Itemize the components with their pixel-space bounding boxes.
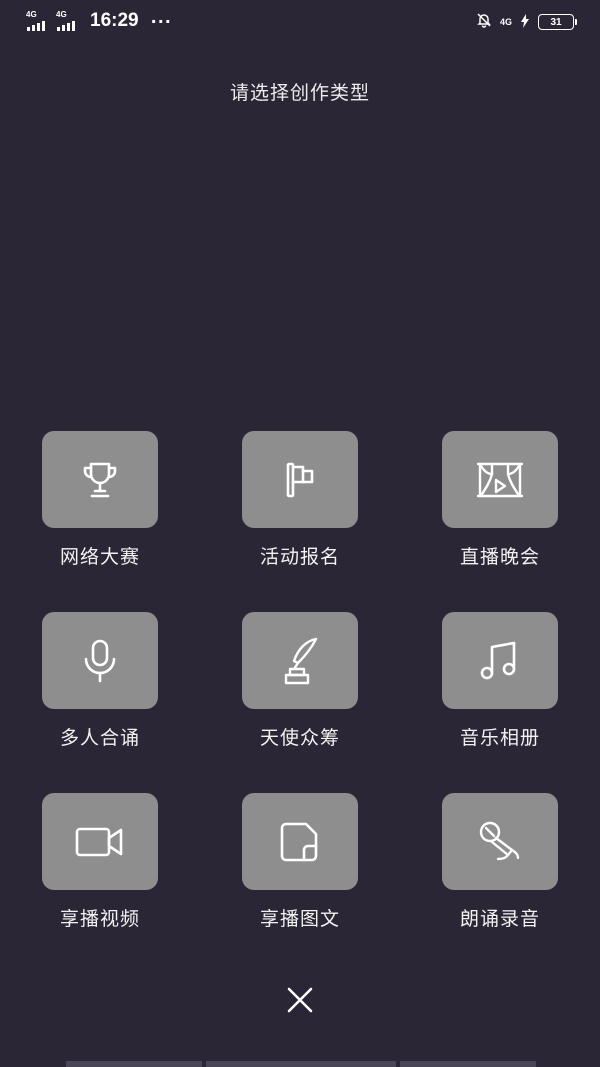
network-status-icon: 4G	[499, 17, 512, 27]
tile-label: 多人合诵	[59, 727, 140, 749]
tile-recitation-recording[interactable]: 朗诵录音	[420, 793, 580, 931]
tile-label: 音乐相册	[459, 727, 540, 749]
tile-angel-crowdfunding[interactable]: 天使众筹	[220, 612, 380, 750]
page-title: 请选择创作类型	[229, 82, 370, 104]
quill-ink-icon	[276, 635, 324, 687]
tile-event-signup[interactable]: 活动报名	[220, 431, 380, 569]
stage-icon	[474, 456, 526, 504]
bell-muted-icon	[476, 12, 492, 32]
battery-icon: 31	[538, 14, 577, 30]
tile-button[interactable]	[42, 793, 158, 890]
more-notifications-icon: ···	[150, 11, 172, 31]
close-icon	[284, 987, 316, 1020]
tile-button[interactable]	[442, 612, 558, 709]
tile-button[interactable]	[242, 431, 358, 528]
tile-button[interactable]	[442, 431, 558, 528]
music-note-icon	[476, 637, 524, 685]
signal-icon-sim2: 4G	[56, 10, 80, 32]
tile-label: 朗诵录音	[459, 908, 540, 930]
tile-share-video[interactable]: 享播视频	[20, 793, 180, 931]
handheld-mic-icon	[474, 818, 526, 866]
close-button[interactable]	[284, 984, 316, 1016]
tile-share-article[interactable]: 享播图文	[220, 793, 380, 931]
tile-network-contest[interactable]: 网络大赛	[20, 431, 180, 569]
document-icon	[276, 818, 324, 866]
tile-button[interactable]	[242, 612, 358, 709]
signal-icon-sim1: 4G	[26, 10, 50, 32]
tile-label: 网络大赛	[59, 546, 140, 568]
tile-label: 享播图文	[259, 908, 340, 930]
tile-button[interactable]	[442, 793, 558, 890]
trophy-icon	[76, 456, 124, 504]
status-time: 16:29	[90, 10, 139, 31]
tile-label: 享播视频	[59, 908, 140, 930]
status-bar: 4G 4G 16:29 ··· 4G 31	[0, 0, 600, 44]
tile-button[interactable]	[242, 793, 358, 890]
charging-icon	[520, 13, 530, 32]
tile-button[interactable]	[42, 612, 158, 709]
bottom-edge-bar	[0, 1061, 600, 1067]
tile-label: 天使众筹	[259, 727, 340, 749]
tile-label: 直播晚会	[459, 546, 540, 568]
flag-icon	[276, 456, 324, 504]
microphone-icon	[76, 637, 124, 685]
video-camera-icon	[73, 822, 127, 862]
tile-label: 活动报名	[259, 546, 340, 568]
tile-live-gala[interactable]: 直播晚会	[420, 431, 580, 569]
tile-group-recitation[interactable]: 多人合诵	[20, 612, 180, 750]
tile-button[interactable]	[42, 431, 158, 528]
tile-music-album[interactable]: 音乐相册	[420, 612, 580, 750]
